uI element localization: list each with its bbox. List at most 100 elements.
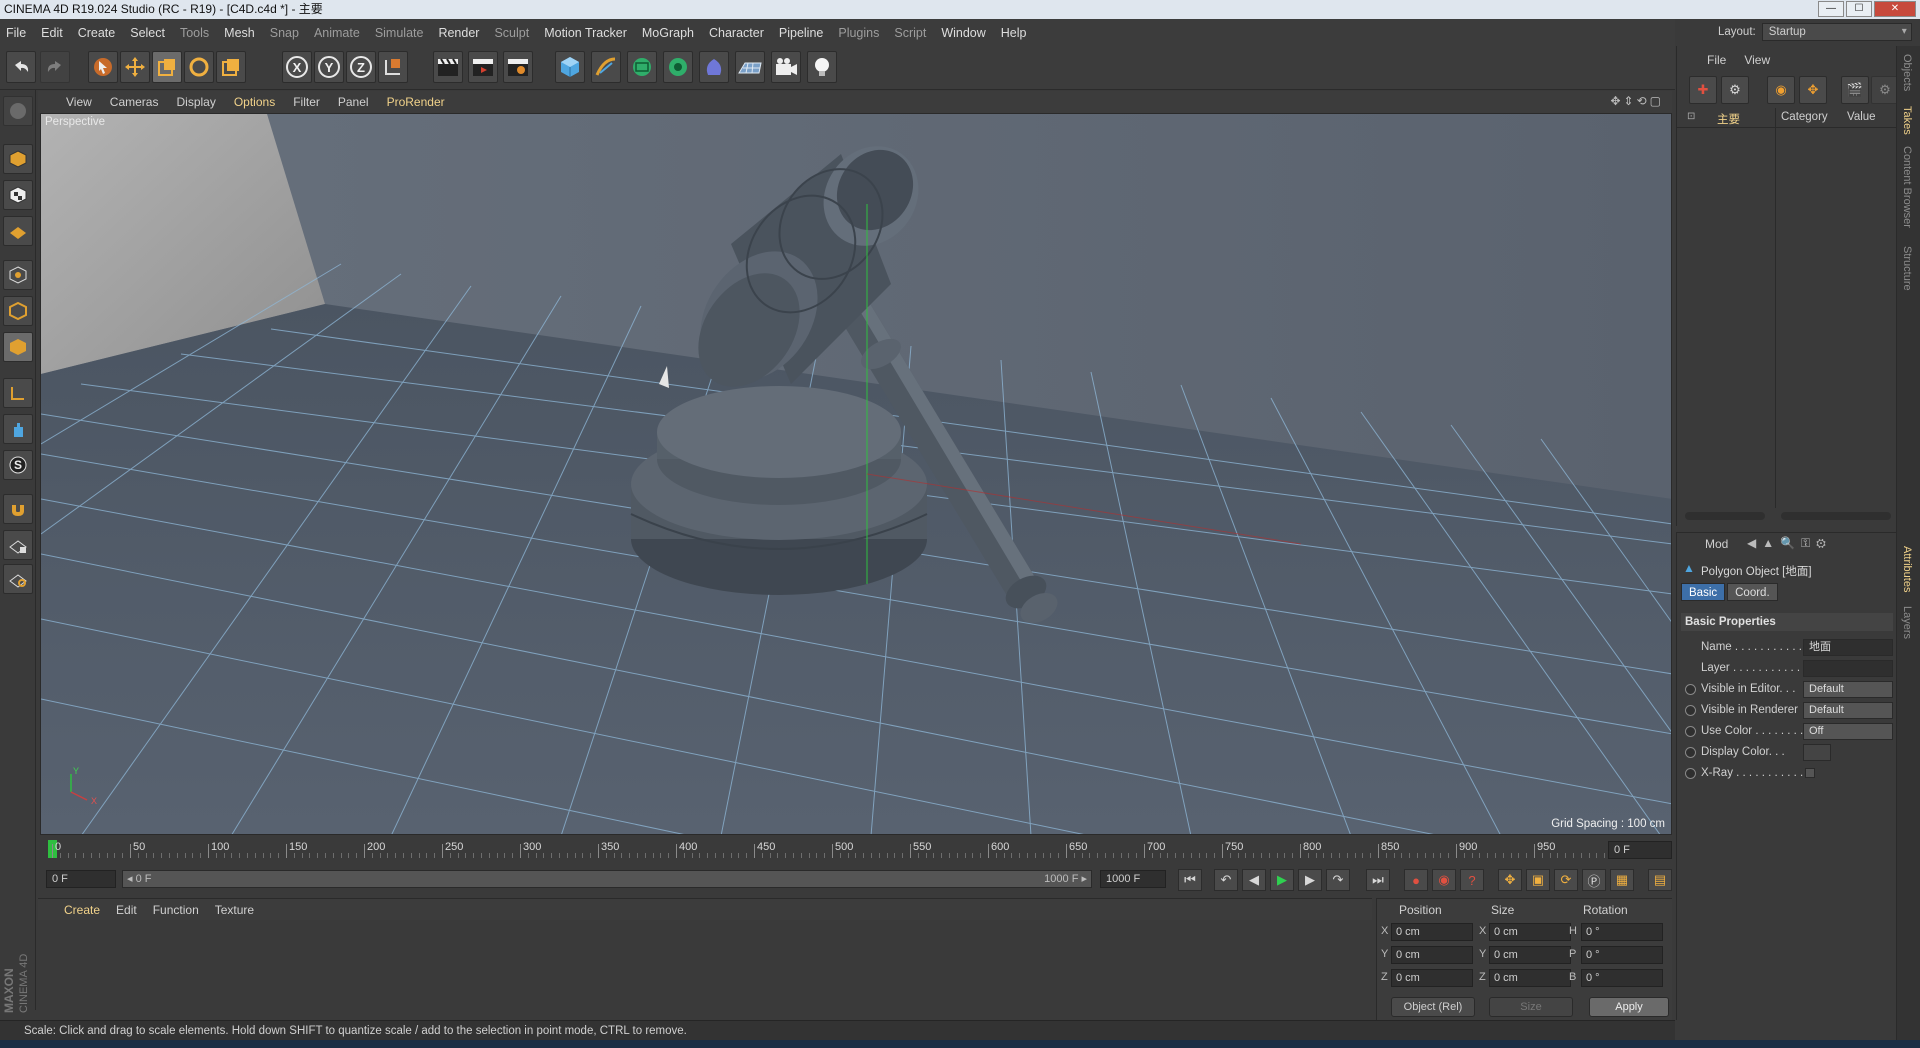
viewport-menu-prorender[interactable]: ProRender [387,95,445,109]
menu-snap[interactable]: Snap [270,26,299,40]
menu-create[interactable]: Create [78,26,116,40]
add-subdivision-surface-button[interactable] [627,51,657,83]
animate-radio-icon[interactable] [1685,684,1696,695]
redo-button[interactable] [40,51,70,83]
record-rotation-button[interactable]: ⟳ [1554,869,1578,891]
axis-mode-button[interactable] [3,378,33,408]
locked-workplane-button[interactable] [3,530,33,560]
menu-window[interactable]: Window [941,26,985,40]
menu-mograph[interactable]: MoGraph [642,26,694,40]
render-settings-button[interactable] [503,51,533,83]
menu-edit[interactable]: Edit [41,26,63,40]
model-mode-button[interactable] [3,144,33,174]
main-take-label[interactable]: 主要 [1717,111,1740,127]
attribute-value[interactable]: Default [1803,702,1893,719]
x-axis-lock-button[interactable]: X [282,51,312,83]
end-frame-field[interactable]: 1000 F [1100,870,1166,888]
start-frame-field[interactable]: 0 F [46,870,116,888]
take-render-button[interactable]: 🎬 [1841,76,1869,104]
frame-range-slider[interactable]: ◂ 0 F 1000 F ▸ [122,870,1092,888]
attributes-mode-menu[interactable]: Mod [1705,537,1728,551]
keyframe-selection-button[interactable]: ? [1460,869,1484,891]
takes-h-scrollbar-left[interactable] [1685,512,1765,520]
record-parameter-button[interactable]: Ⓟ [1582,869,1606,891]
menu-sculpt[interactable]: Sculpt [494,26,529,40]
viewport-menu-view[interactable]: View [66,95,92,109]
texture-mode-button[interactable] [3,180,33,210]
apply-button[interactable]: Apply [1589,997,1669,1017]
menu-tools[interactable]: Tools [180,26,209,40]
previous-frame-button[interactable]: ◀ [1242,869,1266,891]
tweak-mode-button[interactable] [3,414,33,444]
undo-button[interactable] [6,51,36,83]
camera-label[interactable]: Perspective [45,116,105,128]
menu-script[interactable]: Script [894,26,926,40]
workplane-mode-button[interactable] [3,216,33,246]
planar-workplane-button[interactable] [3,564,33,594]
attribute-value[interactable] [1803,660,1893,677]
z-axis-lock-button[interactable]: Z [346,51,376,83]
menu-animate[interactable]: Animate [314,26,360,40]
new-take-button[interactable]: ✚ [1689,76,1717,104]
material-menu-edit[interactable]: Edit [116,903,137,917]
polygons-mode-button[interactable] [3,332,33,362]
side-tab-objects[interactable]: Objects [1901,54,1913,91]
perspective-viewport[interactable]: Perspective Grid Spacing : 100 cm Y X [40,113,1672,835]
timeline-scheme-button[interactable]: ▤ [1648,869,1672,891]
coordinate-system-button[interactable] [378,51,408,83]
add-cube-button[interactable] [555,51,585,83]
tab-coord[interactable]: Coord. [1727,583,1778,601]
rotation-field[interactable]: 0 ° [1581,923,1663,941]
make-editable-button[interactable] [3,96,33,126]
timeline-ruler[interactable]: 0 50 100 150 200 250 300 350 400 450 500 550 600 650 7… [40,838,1672,862]
side-tab-takes[interactable]: Takes [1901,106,1913,135]
menu-help[interactable]: Help [1001,26,1027,40]
auto-keying-button[interactable]: ◉ [1432,869,1456,891]
rotate-tool-button[interactable] [184,51,214,83]
add-floor-button[interactable] [735,51,765,83]
menu-simulate[interactable]: Simulate [375,26,424,40]
viewport-menu-filter[interactable]: Filter [293,95,320,109]
xray-checkbox[interactable] [1805,768,1815,778]
add-spline-pen-button[interactable] [591,51,621,83]
menu-motion-tracker[interactable]: Motion Tracker [544,26,627,40]
attributes-nav-icons[interactable]: ◀▲🔍⚿⚙ [1747,536,1832,551]
layout-dropdown[interactable]: Startup [1761,23,1912,41]
previous-key-button[interactable]: ↶ [1214,869,1238,891]
move-tool-button[interactable] [120,51,150,83]
snap-button[interactable]: S [3,450,33,480]
attribute-value[interactable]: Off [1803,723,1893,740]
animate-radio-icon[interactable] [1685,705,1696,716]
menu-render[interactable]: Render [438,26,479,40]
render-to-picture-viewer-button[interactable] [468,51,498,83]
material-menu-create[interactable]: Create [64,903,100,917]
viewport-menu-panel[interactable]: Panel [338,95,369,109]
menu-pipeline[interactable]: Pipeline [779,26,823,40]
points-mode-button[interactable] [3,260,33,290]
attribute-value[interactable] [1803,744,1831,761]
animate-radio-icon[interactable] [1685,726,1696,737]
add-camera-button[interactable] [771,51,801,83]
takes-menu-view[interactable]: View [1744,53,1770,67]
position-field[interactable]: 0 cm [1391,923,1473,941]
side-tab-attributes[interactable]: Attributes [1901,546,1913,592]
coordinate-mode-dropdown[interactable]: Object (Rel) [1391,997,1475,1017]
y-axis-lock-button[interactable]: Y [314,51,344,83]
scale-tool-button[interactable] [152,51,182,83]
add-deformer-button[interactable] [699,51,729,83]
side-tab-content-browser[interactable]: Content Browser [1901,146,1913,228]
size-field[interactable]: 0 cm [1489,946,1571,964]
side-tab-structure[interactable]: Structure [1901,246,1913,291]
record-keys-button[interactable]: ● [1404,869,1428,891]
position-field[interactable]: 0 cm [1391,946,1473,964]
go-to-start-button[interactable]: ⏮ [1178,869,1202,891]
material-manager-area[interactable] [38,920,1372,1020]
animate-radio-icon[interactable] [1685,768,1696,779]
live-selection-button[interactable] [88,51,118,83]
menu-character[interactable]: Character [709,26,764,40]
go-to-end-button[interactable]: ⏭ [1366,869,1390,891]
rotation-field[interactable]: 0 ° [1581,969,1663,987]
menu-select[interactable]: Select [130,26,165,40]
record-position-button[interactable]: ✥ [1498,869,1522,891]
viewport-menu-options[interactable]: Options [234,95,275,109]
